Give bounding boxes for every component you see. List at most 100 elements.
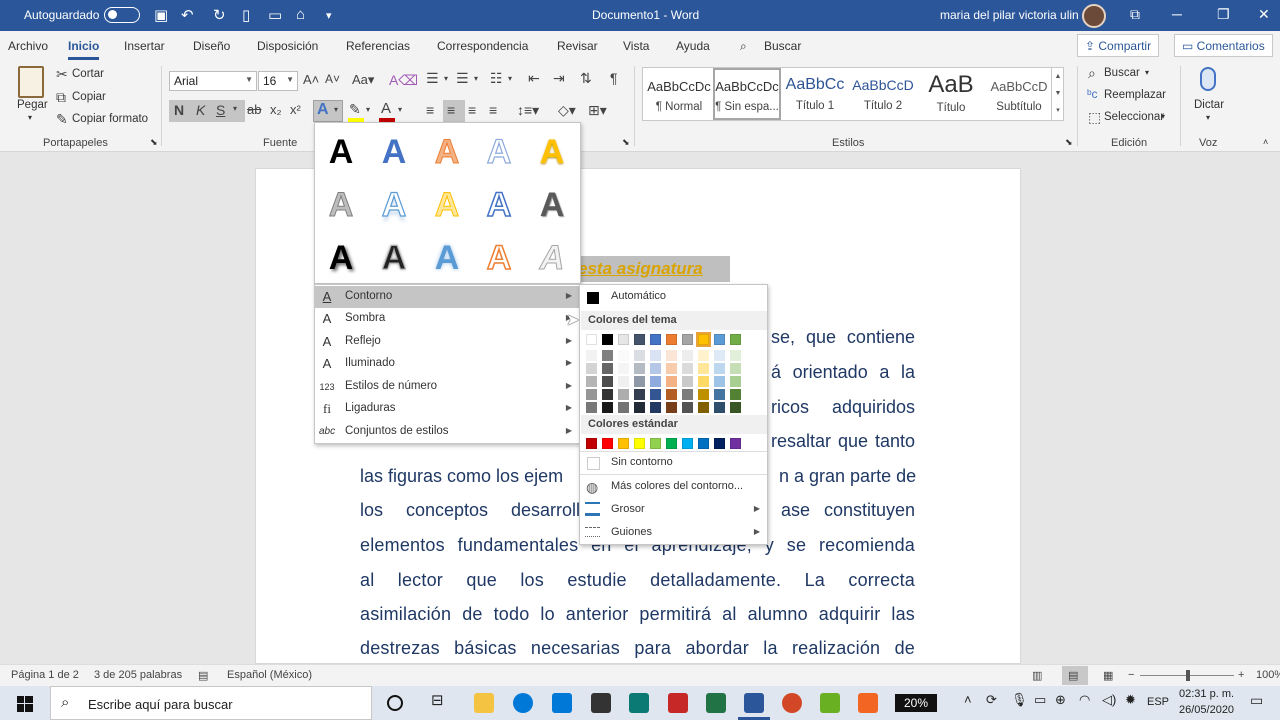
theme-shade-swatch[interactable] xyxy=(602,389,613,400)
tab-revisar[interactable]: Revisar xyxy=(557,39,598,53)
tab-diseno[interactable]: Diseño xyxy=(193,39,230,53)
chevron-down-icon[interactable]: ▾ xyxy=(1161,112,1165,121)
body-text-line[interactable]: destrezas básicas necesarias para aborda… xyxy=(360,638,915,659)
battery-icon[interactable]: ▭ xyxy=(1034,692,1046,708)
theme-shade-swatch[interactable] xyxy=(666,376,677,387)
theme-color-swatch[interactable] xyxy=(650,334,661,345)
avatar[interactable] xyxy=(1082,4,1106,28)
theme-shade-swatch[interactable] xyxy=(602,376,613,387)
search-icon[interactable]: ⌕ xyxy=(1088,65,1096,82)
mail-icon[interactable] xyxy=(552,693,572,713)
theme-shade-swatch[interactable] xyxy=(618,363,629,374)
ribbon-display-icon[interactable]: ⧉ xyxy=(1130,6,1140,23)
italic-icon[interactable]: K xyxy=(196,102,205,118)
theme-shade-swatch[interactable] xyxy=(618,350,629,361)
theme-shade-swatch[interactable] xyxy=(586,402,597,413)
menu-item-contorno[interactable]: A Contorno ▶ xyxy=(315,286,580,308)
theme-shade-swatch[interactable] xyxy=(618,402,629,413)
new-document-icon[interactable]: ▯ xyxy=(242,6,250,24)
weight-item[interactable]: Grosor ▶ xyxy=(580,499,767,521)
theme-shade-swatch[interactable] xyxy=(586,376,597,387)
theme-color-swatch[interactable] xyxy=(666,334,677,345)
wifi-icon[interactable]: ◠ xyxy=(1079,692,1090,708)
menu-item-conjuntos-estilos[interactable]: abc Conjuntos de estilos ▶ xyxy=(315,421,580,443)
clock-time[interactable]: 02:31 p. m. xyxy=(1179,688,1234,700)
standard-color-swatch[interactable] xyxy=(602,438,613,449)
tab-correspondencia[interactable]: Correspondencia xyxy=(437,39,528,53)
theme-shade-swatch[interactable] xyxy=(586,389,597,400)
align-right-icon[interactable]: ≡ xyxy=(468,102,476,118)
theme-shade-swatch[interactable] xyxy=(714,363,725,374)
style-normal[interactable]: AaBbCcDc ¶ Normal xyxy=(645,68,713,120)
theme-shade-swatch[interactable] xyxy=(714,350,725,361)
shrink-font-icon[interactable]: A˅ xyxy=(325,72,340,86)
task-view-icon[interactable]: ⊟ xyxy=(431,691,444,709)
standard-color-swatch[interactable] xyxy=(634,438,645,449)
theme-shade-swatch[interactable] xyxy=(634,389,645,400)
theme-shade-swatch[interactable] xyxy=(714,389,725,400)
menu-item-iluminado[interactable]: A Iluminado ▶ xyxy=(315,353,580,375)
sort-icon[interactable]: ⇅ xyxy=(580,70,592,87)
effect-preset-outline-orange[interactable]: A xyxy=(479,238,519,278)
theme-shade-swatch[interactable] xyxy=(730,376,741,387)
theme-shade-swatch[interactable] xyxy=(618,389,629,400)
effect-preset-fill-blue[interactable]: A xyxy=(374,133,414,172)
chevron-down-icon[interactable]: ▾ xyxy=(398,105,402,114)
chevron-down-icon[interactable]: ▾ xyxy=(508,74,512,83)
autosave-toggle[interactable] xyxy=(104,7,140,23)
effect-preset-fill-gold[interactable]: A xyxy=(532,133,572,172)
style-subtitle[interactable]: AaBbCcD Subtítulo xyxy=(985,68,1053,120)
body-text-line[interactable]: ase constituyen xyxy=(781,500,915,521)
theme-shade-swatch[interactable] xyxy=(586,363,597,374)
camtasia-icon[interactable] xyxy=(820,693,840,713)
style-title[interactable]: AaB Título xyxy=(917,68,985,120)
strikethrough-icon[interactable]: ab xyxy=(247,102,261,117)
standard-color-swatch[interactable] xyxy=(682,438,693,449)
tab-disposicion[interactable]: Disposición xyxy=(257,39,318,53)
save-icon[interactable]: ▣ xyxy=(154,6,168,24)
theme-shade-swatch[interactable] xyxy=(730,363,741,374)
theme-shade-swatch[interactable] xyxy=(650,402,661,413)
print-layout-icon[interactable]: ▤ xyxy=(1068,669,1078,682)
menu-item-estilos-numero[interactable]: 123 Estilos de número ▶ xyxy=(315,376,580,398)
chevron-down-icon[interactable]: ▾ xyxy=(1145,68,1149,77)
close-icon[interactable]: ✕ xyxy=(1258,6,1270,23)
theme-shade-swatch[interactable] xyxy=(634,376,645,387)
microphone-tray-icon[interactable]: 🎙 xyxy=(1011,692,1028,708)
decrease-indent-icon[interactable]: ⇤ xyxy=(528,70,540,87)
style-heading-2[interactable]: AaBbCcD Título 2 xyxy=(849,68,917,120)
font-color-icon[interactable]: A xyxy=(381,100,391,117)
font-size-combo[interactable]: 16 ▼ xyxy=(258,71,298,91)
theme-shade-swatch[interactable] xyxy=(730,350,741,361)
theme-shade-swatch[interactable] xyxy=(602,350,613,361)
select-button[interactable]: Seleccionar xyxy=(1104,111,1164,123)
menu-item-reflejo[interactable]: A Reflejo ▶ xyxy=(315,331,580,353)
theme-shade-swatch[interactable] xyxy=(618,376,629,387)
body-text-line[interactable]: ricos adquiridos xyxy=(771,397,915,418)
format-painter-button[interactable]: Copiar formato xyxy=(72,113,148,125)
change-case-icon[interactable]: Aa▾ xyxy=(352,72,374,88)
proofing-icon[interactable]: ▤ xyxy=(198,669,208,682)
effect-preset-silver[interactable]: A xyxy=(532,239,572,278)
theme-shade-swatch[interactable] xyxy=(602,402,613,413)
superscript-icon[interactable]: x² xyxy=(290,102,301,117)
volume-icon[interactable]: ◁) xyxy=(1102,692,1116,708)
effect-preset-blue-reflection[interactable]: A xyxy=(374,185,414,225)
find-button[interactable]: Buscar xyxy=(1104,67,1140,79)
antivirus-icon[interactable] xyxy=(668,693,688,713)
tab-vista[interactable]: Vista xyxy=(623,39,649,53)
clock-date[interactable]: 26/05/2020 xyxy=(1179,704,1234,716)
chevron-up-icon[interactable]: ˄ xyxy=(964,692,972,707)
theme-shade-swatch[interactable] xyxy=(650,363,661,374)
line-spacing-icon[interactable]: ↕≡▾ xyxy=(517,102,539,119)
theme-shade-swatch[interactable] xyxy=(698,376,709,387)
theme-shade-swatch[interactable] xyxy=(634,350,645,361)
tab-ayuda[interactable]: Ayuda xyxy=(676,39,710,53)
theme-shade-swatch[interactable] xyxy=(698,389,709,400)
body-text-line[interactable]: al lector que los estudie detalladamente… xyxy=(360,570,915,591)
word-icon[interactable] xyxy=(744,693,764,713)
paste-button[interactable]: Pegar xyxy=(17,99,48,111)
selected-text[interactable]: esta asignatura xyxy=(578,259,703,279)
undo-icon[interactable]: ↶ xyxy=(181,6,194,24)
body-text-line[interactable]: asimilación de todo lo anterior permitir… xyxy=(360,604,915,625)
